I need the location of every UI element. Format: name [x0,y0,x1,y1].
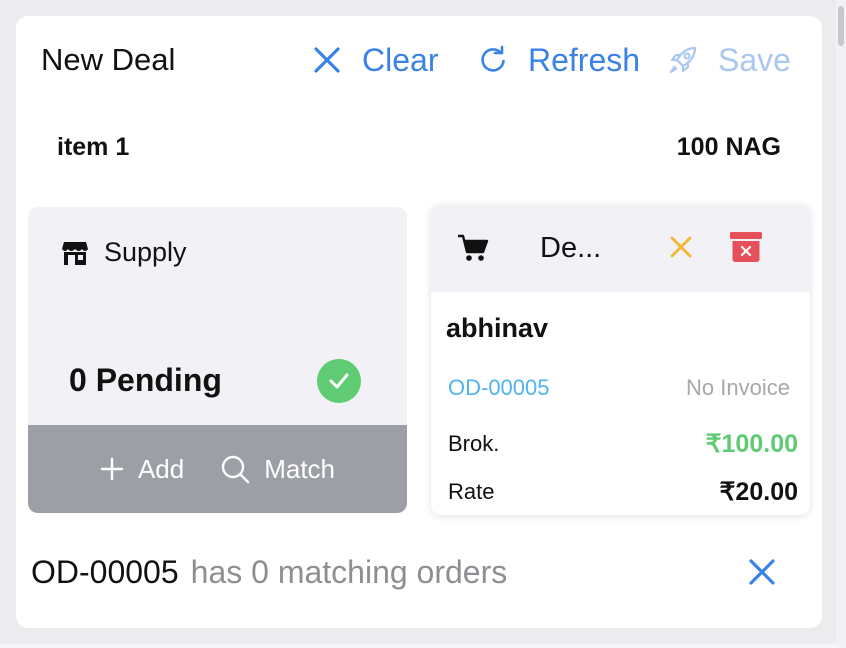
new-deal-panel: New Deal Clear Refresh Save item 1 100 N… [16,16,822,628]
brokerage-value: ₹100.00 [705,430,798,458]
divider [0,644,836,648]
save-button-label: Save [718,41,791,78]
match-button-label: Match [264,453,336,484]
refresh-button-label: Refresh [528,41,641,78]
store-icon [62,241,88,265]
deal-title: De... [540,232,602,264]
pending-count: 0 Pending [69,362,222,398]
clear-button-label: Clear [362,41,439,78]
search-icon [222,455,250,484]
deal-cancel-icon[interactable] [669,235,693,259]
scrollbar[interactable] [836,0,846,648]
save-button[interactable]: Save [666,38,791,82]
invoice-status: No Invoice [686,375,790,400]
item-quantity: 100 NAG [676,133,781,161]
supply-actions: Add Match [28,425,407,513]
supply-label: Supply [104,237,187,267]
check-circle-icon [317,359,361,403]
cart-icon [458,234,489,261]
rate-label: Rate [448,479,495,504]
deal-card[interactable]: De... abhinav OD-00005 No Invoice Brok. … [431,205,810,515]
match-message: OD-00005 has 0 matching orders [31,553,507,591]
match-message-text: has 0 matching orders [190,554,508,590]
party-name: abhinav [446,313,549,343]
match-button[interactable]: Match [220,454,335,485]
trash-icon[interactable] [729,231,763,263]
brokerage-label: Brok. [448,431,500,456]
close-icon[interactable] [747,557,777,587]
scrollbar-thumb[interactable] [838,6,844,46]
supply-card: Supply 0 Pending Add Match [28,207,407,513]
deal-card-header: De... [431,205,810,292]
item-name: item 1 [57,133,130,161]
page-title: New Deal [41,42,176,77]
match-message-order: OD-00005 [31,554,179,590]
refresh-button[interactable]: Refresh [476,38,640,82]
rocket-icon [666,43,700,77]
plus-icon [100,457,124,481]
supply-header: Supply [60,237,187,268]
add-button[interactable]: Add [100,454,184,485]
refresh-icon [476,43,510,77]
add-button-label: Add [137,453,185,484]
order-number-link[interactable]: OD-00005 [448,375,550,401]
rate-value: ₹20.00 [719,478,798,506]
close-icon [310,43,344,77]
clear-button[interactable]: Clear [310,38,438,82]
